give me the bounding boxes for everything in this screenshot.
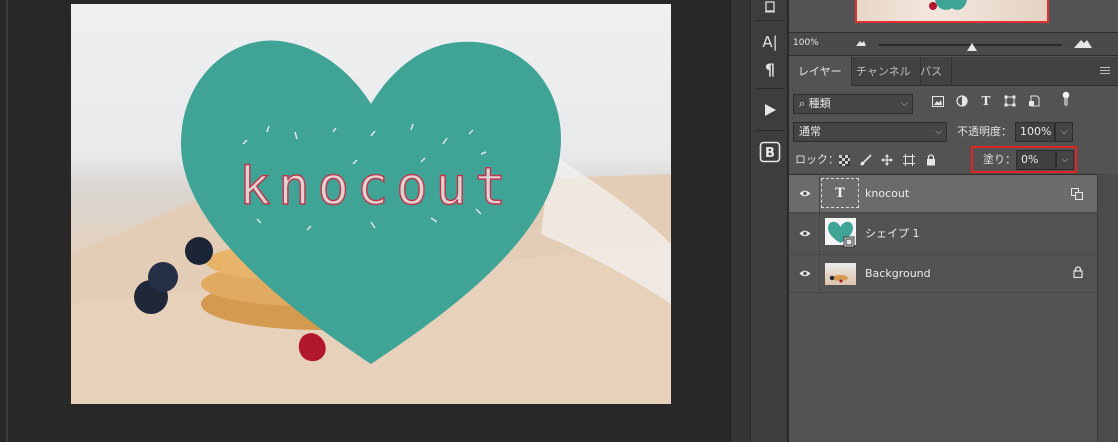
tool-separator	[755, 130, 785, 131]
canvas-edge	[6, 0, 8, 442]
document-canvas-area[interactable]: knocout	[0, 0, 730, 442]
layer-name[interactable]: シェイプ 1	[865, 213, 920, 255]
blueberry	[185, 237, 213, 265]
lock-label: ロック：	[795, 153, 839, 166]
document-image[interactable]: knocout	[71, 4, 671, 404]
tab-layers[interactable]: レイヤー	[789, 57, 852, 86]
opacity-dropdown-button[interactable]: ⌵	[1055, 122, 1073, 142]
layer-row-knocout[interactable]: T knocout	[789, 175, 1097, 213]
fill-dropdown-button[interactable]: ⌵	[1056, 150, 1074, 170]
filter-adjustment-icon[interactable]	[955, 94, 969, 108]
chevron-down-icon: ⌵	[935, 127, 942, 137]
blend-mode-value: 通常	[799, 125, 821, 138]
fill-input[interactable]: 0%	[1016, 150, 1056, 170]
brush-preset-icon[interactable]: B	[755, 140, 785, 164]
photo-scene: knocout	[71, 40, 671, 404]
knockout-text[interactable]: knocout	[238, 156, 514, 217]
layer-name[interactable]: Background	[865, 255, 931, 293]
layer-name[interactable]: knocout	[865, 175, 909, 213]
opacity-input[interactable]: 100%	[1015, 122, 1055, 142]
history-icon[interactable]	[755, 0, 785, 14]
layers-scrollbar[interactable]	[1097, 174, 1118, 442]
zoom-out-mountain-icon[interactable]	[855, 38, 867, 51]
tool-separator	[755, 20, 785, 21]
panel-menu-icon[interactable]	[1100, 67, 1110, 76]
eye-icon[interactable]	[799, 268, 811, 281]
zoom-slider-thumb[interactable]	[967, 43, 977, 51]
shape-layer-thumbnail[interactable]	[825, 218, 856, 248]
tab-channels[interactable]: チャンネル	[847, 57, 921, 86]
filter-type-icon[interactable]: T	[979, 94, 993, 108]
lock-position-move-icon[interactable]	[880, 153, 894, 167]
zoom-in-mountain-icon[interactable]	[1073, 37, 1093, 52]
photoshop-window: knocout A| ¶ B 100% レイヤー チャンネル パス ⌕ 種類 ⌵…	[0, 0, 1118, 442]
navigator-zoom-row: 100%	[789, 32, 1118, 56]
layer-separator	[819, 255, 820, 292]
background-layer-thumbnail[interactable]	[825, 263, 856, 285]
lock-image-pixels-icon[interactable]	[859, 153, 873, 167]
blend-mode-dropdown[interactable]: 通常 ⌵	[793, 122, 947, 142]
lock-all-icon[interactable]	[924, 153, 938, 167]
layers-list: T knocout シェイプ 1 Background	[789, 174, 1097, 442]
tab-paths[interactable]: パス	[911, 57, 952, 86]
text-layer-thumbnail[interactable]: T	[821, 178, 859, 208]
svg-text:B: B	[765, 146, 775, 161]
blueberry	[148, 262, 178, 292]
character-icon[interactable]: A|	[755, 30, 785, 54]
lock-artboard-icon[interactable]	[902, 153, 916, 167]
zoom-value[interactable]: 100%	[793, 38, 819, 48]
filter-shape-icon[interactable]	[1003, 94, 1017, 108]
eye-icon[interactable]	[799, 188, 811, 201]
eye-icon[interactable]	[799, 228, 811, 241]
layer-row-shape1[interactable]: シェイプ 1	[789, 213, 1097, 255]
tool-separator	[755, 88, 785, 89]
paragraph-icon[interactable]: ¶	[755, 57, 785, 81]
chevron-down-icon: ⌵	[901, 99, 908, 109]
clipping-mask-icon	[1071, 188, 1083, 203]
filter-smart-object-icon[interactable]	[1027, 94, 1041, 108]
search-icon: ⌕	[799, 97, 809, 110]
layer-separator	[819, 175, 820, 212]
panel-divider[interactable]	[730, 0, 750, 442]
opacity-label: 不透明度：	[957, 125, 1012, 138]
play-action-icon[interactable]	[755, 98, 785, 122]
navigator-thumbnail[interactable]	[855, 0, 1049, 23]
fill-label: 塗り：	[983, 153, 1016, 166]
panel-icon-strip: A| ¶ B	[750, 0, 788, 442]
type-icon: T	[835, 185, 845, 201]
filter-kind-label: 種類	[808, 97, 831, 110]
layer-filter-kind-dropdown[interactable]: ⌕ 種類 ⌵	[793, 94, 913, 114]
layer-separator	[819, 213, 820, 254]
right-panel: 100% レイヤー チャンネル パス ⌕ 種類 ⌵ T 通常 ⌵ 不透明度： 1…	[789, 0, 1118, 442]
layer-row-background[interactable]: Background	[789, 255, 1097, 293]
lock-transparent-pixels-icon[interactable]	[837, 153, 851, 167]
filter-pixel-icon[interactable]	[931, 94, 945, 108]
filter-toggle-icon[interactable]	[1059, 91, 1073, 106]
layers-panel-tabs: レイヤー チャンネル パス	[789, 57, 1118, 86]
lock-icon	[1073, 266, 1083, 281]
navigator-panel	[789, 0, 1118, 32]
